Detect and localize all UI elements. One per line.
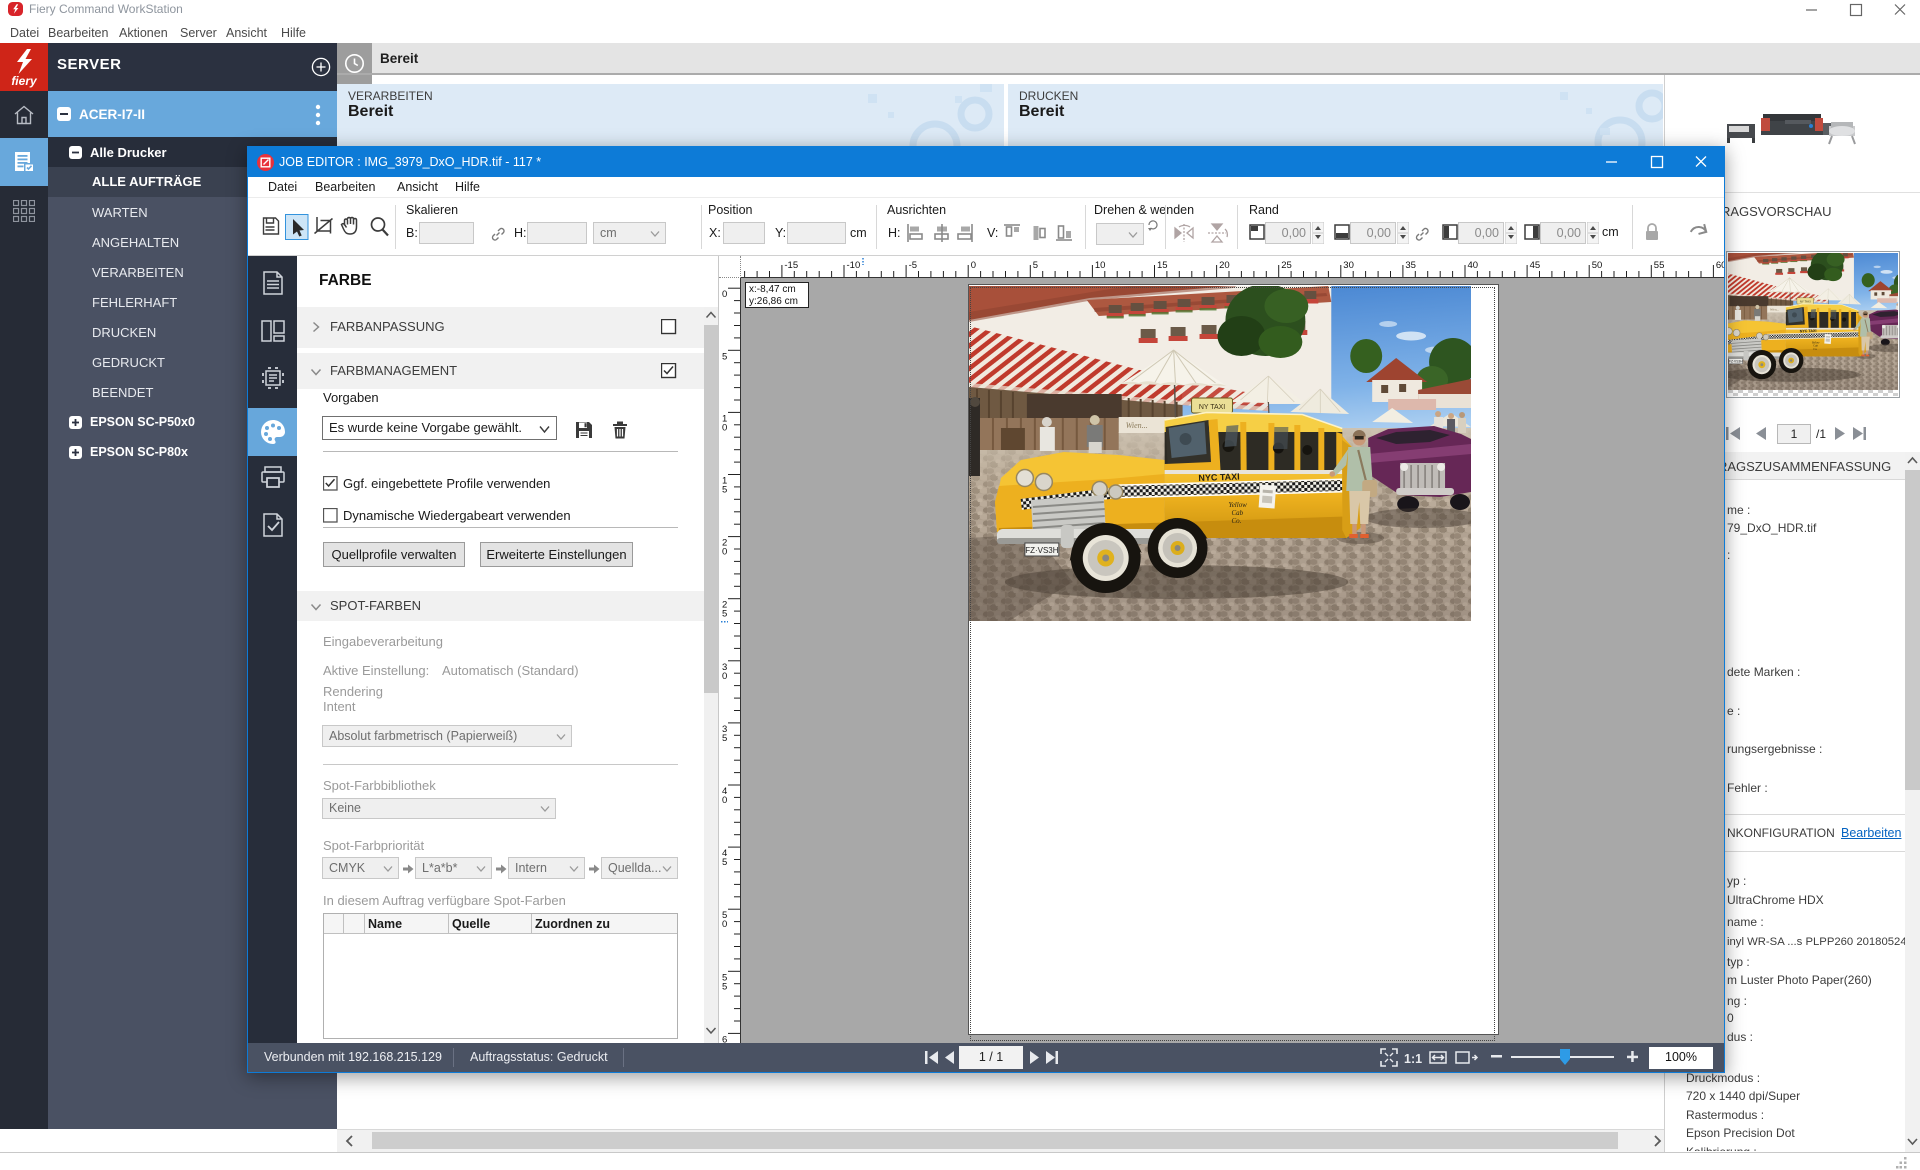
svg-text:-15: -15 — [784, 260, 798, 271]
svg-text:5: 5 — [1033, 260, 1038, 271]
svg-text:60: 60 — [1716, 260, 1724, 271]
svg-text:50: 50 — [1592, 260, 1603, 271]
svg-text:5: 5 — [722, 857, 727, 868]
svg-text:0: 0 — [971, 260, 976, 271]
svg-text:5: 5 — [722, 981, 727, 992]
svg-text:40: 40 — [1468, 260, 1479, 271]
svg-text:15: 15 — [1157, 260, 1168, 271]
svg-text:5: 5 — [722, 485, 727, 496]
svg-text:6: 6 — [722, 1034, 727, 1043]
svg-text:0: 0 — [722, 795, 727, 806]
svg-text:-10: -10 — [847, 260, 861, 271]
svg-text:20: 20 — [1219, 260, 1230, 271]
svg-text:55: 55 — [1654, 260, 1665, 271]
svg-text:0: 0 — [722, 547, 727, 558]
svg-text:10: 10 — [1095, 260, 1106, 271]
svg-text:45: 45 — [1530, 260, 1541, 271]
svg-text:25: 25 — [1281, 260, 1292, 271]
svg-text:35: 35 — [1405, 260, 1416, 271]
svg-text:-5: -5 — [909, 260, 917, 271]
svg-text:1:1: 1:1 — [1404, 1052, 1422, 1066]
svg-text:0: 0 — [722, 422, 727, 433]
svg-text:0: 0 — [722, 289, 727, 300]
svg-text:5: 5 — [722, 351, 727, 362]
svg-text:0: 0 — [722, 671, 727, 682]
svg-text:5: 5 — [722, 609, 727, 620]
svg-text:30: 30 — [1343, 260, 1354, 271]
svg-text:5: 5 — [722, 733, 727, 744]
svg-text:fiery: fiery — [11, 74, 38, 88]
svg-text:0: 0 — [722, 919, 727, 930]
